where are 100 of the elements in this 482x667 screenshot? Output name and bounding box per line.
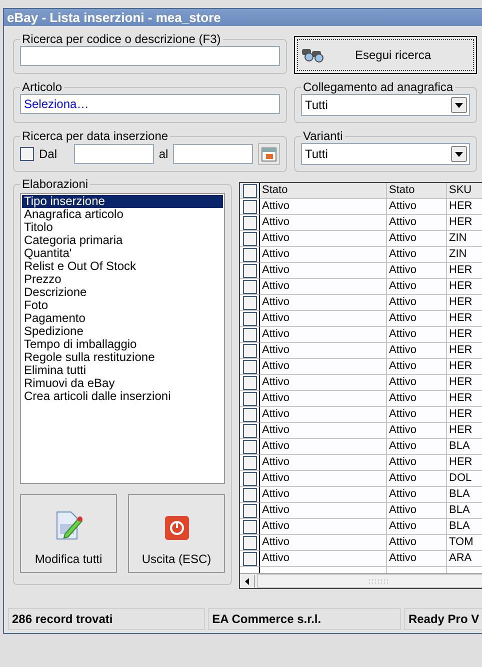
table-cell: Attivo	[260, 551, 387, 567]
checkbox[interactable]	[242, 232, 256, 246]
table-cell: Attivo	[387, 279, 447, 295]
checkbox[interactable]	[242, 376, 256, 390]
article-field[interactable]: Seleziona…	[20, 94, 280, 114]
dropdown[interactable]: Tutti	[301, 94, 470, 116]
field-label: al	[158, 147, 168, 161]
date-field[interactable]	[74, 144, 154, 164]
table-cell: HER	[447, 279, 482, 295]
group-label: Ricerca per codice o descrizione (F3)	[21, 32, 222, 46]
power-icon	[164, 516, 188, 540]
checkbox[interactable]	[20, 147, 34, 161]
checkbox[interactable]	[242, 520, 256, 534]
table-cell: HER	[447, 423, 482, 439]
table-cell: HER	[447, 199, 482, 215]
table-cell: BLA	[447, 487, 482, 503]
checkbox[interactable]	[242, 200, 256, 214]
exit-button[interactable]: Uscita (ESC)	[128, 494, 225, 573]
table-cell: Attivo	[260, 391, 387, 407]
checkbox[interactable]	[242, 456, 256, 470]
list-item[interactable]: Prezzo	[22, 273, 223, 286]
status-panel: EA Commerce s.r.l.	[208, 608, 402, 630]
table-cell: HER	[447, 343, 482, 359]
list-item[interactable]: Tempo di imballaggio	[22, 338, 223, 351]
checkbox[interactable]	[242, 488, 256, 502]
checkbox[interactable]	[242, 408, 256, 422]
table-cell: HER	[447, 263, 482, 279]
search-field[interactable]	[20, 46, 280, 66]
table-cell: Attivo	[260, 231, 387, 247]
checkbox[interactable]	[242, 312, 256, 326]
list-item[interactable]: Relist e Out Of Stock	[22, 260, 223, 273]
list-item[interactable]: Crea articoli dalle inserzioni	[22, 390, 223, 403]
list-item[interactable]: Descrizione	[22, 286, 223, 299]
table-cell: Attivo	[387, 519, 447, 535]
column-header[interactable]: SKU	[447, 183, 482, 199]
table-cell: Attivo	[387, 503, 447, 519]
table-cell: Attivo	[387, 359, 447, 375]
checkbox[interactable]	[242, 184, 256, 198]
search-button[interactable]: Esegui ricerca	[294, 36, 477, 74]
table-cell: HER	[447, 375, 482, 391]
table-cell: Attivo	[260, 519, 387, 535]
table-cell: Attivo	[260, 487, 387, 503]
checkbox[interactable]	[242, 392, 256, 406]
list-item[interactable]: Regole sulla restituzione	[22, 351, 223, 364]
list-item[interactable]: Elimina tutti	[22, 364, 223, 377]
table-cell: Attivo	[260, 327, 387, 343]
table-cell: Attivo	[387, 199, 447, 215]
table-cell: Attivo	[260, 423, 387, 439]
list-item[interactable]: Categoria primaria	[22, 234, 223, 247]
date-field[interactable]	[173, 144, 254, 164]
list-item[interactable]: Titolo	[22, 221, 223, 234]
table-cell: HER	[447, 407, 482, 423]
list-item[interactable]: Foto	[22, 299, 223, 312]
group-label: Collegamento ad anagrafica	[302, 80, 454, 94]
list-item[interactable]: Tipo inserzione	[22, 195, 223, 208]
list-item[interactable]: Rimuovi da eBay	[22, 377, 223, 390]
table-cell: Attivo	[260, 407, 387, 423]
table-cell: HER	[447, 455, 482, 471]
table-cell: Attivo	[387, 231, 447, 247]
table-cell: DOL	[447, 471, 482, 487]
edit-button[interactable]: Modifica tutti	[20, 494, 117, 573]
checkbox[interactable]	[242, 536, 256, 550]
group-label: Ricerca per data inserzione	[21, 129, 170, 143]
table-cell: HER	[447, 391, 482, 407]
table-cell: ZIN	[447, 231, 482, 247]
checkbox[interactable]	[242, 424, 256, 438]
table-cell: Attivo	[260, 439, 387, 455]
table-cell: TOM	[447, 535, 482, 551]
grip-icon	[368, 578, 390, 584]
horizontal-scrollbar[interactable]	[240, 573, 482, 588]
checkbox[interactable]	[242, 552, 256, 566]
group-label: Articolo	[21, 80, 64, 94]
group-label: Elaborazioni	[21, 177, 90, 191]
checkbox[interactable]	[242, 216, 256, 230]
column-header[interactable]: Stato	[387, 183, 447, 199]
list-item[interactable]: Pagamento	[22, 312, 223, 325]
left-arrow-icon	[245, 578, 249, 584]
checkbox[interactable]	[242, 472, 256, 486]
checkbox[interactable]	[242, 296, 256, 310]
checkbox[interactable]	[242, 440, 256, 454]
checkbox[interactable]	[242, 360, 256, 374]
table-cell: Attivo	[387, 439, 447, 455]
table-cell: Attivo	[260, 471, 387, 487]
list-item[interactable]: Anagrafica articolo	[22, 208, 223, 221]
table-cell: Attivo	[387, 535, 447, 551]
checkbox[interactable]	[242, 280, 256, 294]
checkbox[interactable]	[242, 248, 256, 262]
column-header[interactable]: Stato	[260, 183, 387, 199]
table-cell: Attivo	[260, 455, 387, 471]
checkbox[interactable]	[242, 344, 256, 358]
table-cell: Attivo	[260, 535, 387, 551]
checkbox[interactable]	[242, 264, 256, 278]
checkbox[interactable]	[242, 328, 256, 342]
table-cell: Attivo	[260, 295, 387, 311]
list-item[interactable]: Spedizione	[22, 325, 223, 338]
list-item[interactable]: Quantita'	[22, 247, 223, 260]
caret-icon	[455, 152, 463, 156]
dropdown[interactable]: Tutti	[301, 143, 470, 165]
calendar-button[interactable]	[258, 143, 280, 165]
checkbox[interactable]	[242, 504, 256, 518]
